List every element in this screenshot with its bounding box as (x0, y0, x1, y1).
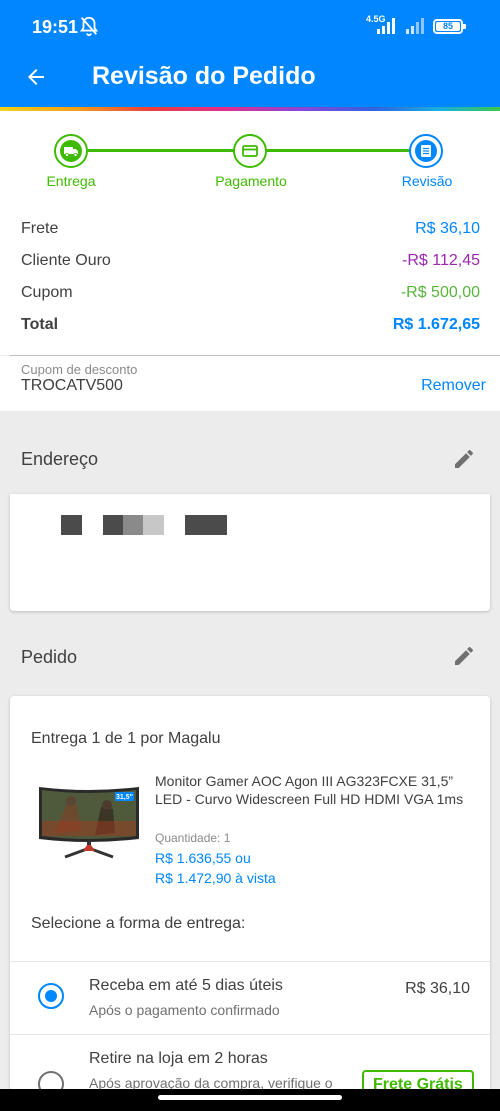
delivery-title: Entrega 1 de 1 por Magalu (31, 730, 221, 747)
product-price-cash: R$ 1.472,90 à vista (155, 870, 276, 886)
status-time: 19:51 (32, 17, 79, 37)
list-icon (421, 145, 431, 157)
redacted-address-block (103, 515, 123, 535)
product-quantity: Quantidade: 1 (155, 831, 231, 845)
system-nav-bar (0, 1089, 500, 1111)
step-revisao-circle[interactable] (409, 134, 443, 168)
step-revisao-label[interactable]: Revisão (367, 173, 487, 189)
edit-order-icon[interactable] (452, 644, 476, 668)
step-entrega-label[interactable]: Entrega (11, 173, 131, 189)
summary-row-cupom: Cupom -R$ 500,00 (21, 284, 480, 301)
step-pagamento-circle[interactable] (233, 134, 267, 168)
coupon-label: Cupom de desconto (21, 362, 138, 377)
step-pagamento-label[interactable]: Pagamento (191, 173, 311, 189)
order-section-title: Pedido (21, 647, 78, 667)
delivery-option-title: Receba em até 5 dias úteis (89, 977, 283, 994)
back-arrow-icon[interactable] (24, 65, 48, 89)
coupon-section: Cupom de desconto TROCATV500 Remover (0, 356, 500, 411)
product-size-badge: 31,5" (116, 794, 133, 801)
summary-row-frete: Frete R$ 36,10 (21, 220, 480, 237)
muted-bell-icon (79, 16, 99, 37)
page-title: Revisão do Pedido (92, 62, 316, 90)
checkout-stepper: Entrega Pagamento Revisão (0, 111, 500, 209)
redacted-address-block (123, 515, 143, 535)
home-indicator[interactable] (158, 1095, 342, 1100)
battery-icon: 85 (433, 19, 466, 34)
product-price-installments: R$ 1.636,55 ou (155, 850, 251, 866)
select-delivery-label: Selecione a forma de entrega: (31, 915, 246, 932)
delivery-option-subtitle: Após o pagamento confirmado (89, 1002, 280, 1018)
address-card[interactable] (10, 494, 490, 611)
stepper-line-2 (267, 149, 410, 152)
edit-address-icon[interactable] (452, 447, 476, 471)
delivery-option-radio[interactable] (38, 983, 64, 1009)
redacted-address-block (61, 515, 82, 535)
order-summary: Frete R$ 36,10 Cliente Ouro -R$ 112,45 C… (0, 209, 500, 355)
status-bar: 19:51 4.5G 85 (0, 0, 500, 54)
redacted-address-block (185, 515, 227, 535)
step-entrega-circle[interactable] (54, 134, 88, 168)
remove-coupon-button[interactable]: Remover (421, 377, 486, 395)
stepper-line-1 (88, 149, 235, 152)
card-icon (242, 145, 258, 157)
summary-row-total: Total R$ 1.672,65 (21, 316, 480, 333)
address-section-title: Endereço (21, 449, 99, 469)
delivery-option-title: Retire na loja em 2 horas (89, 1050, 268, 1067)
truck-icon (64, 147, 78, 157)
delivery-option-home[interactable]: Receba em até 5 dias úteis Após o pagame… (10, 961, 490, 1033)
signal-icon (377, 18, 395, 34)
order-card: Entrega 1 de 1 por Magalu 31,5" Monitor … (10, 696, 490, 1111)
product-name[interactable]: Monitor Gamer AOC Agon III AG323FCXE 31,… (155, 772, 475, 808)
coupon-code: TROCATV500 (21, 377, 123, 394)
redacted-address-block (143, 515, 164, 535)
product-image[interactable]: 31,5" (35, 783, 143, 863)
delivery-option-price: R$ 36,10 (405, 980, 470, 997)
summary-row-cliente-ouro: Cliente Ouro -R$ 112,45 (21, 252, 480, 269)
signal-weak-icon (406, 18, 424, 34)
app-bar: 19:51 4.5G 85 Revisão do Pedido (0, 0, 500, 111)
